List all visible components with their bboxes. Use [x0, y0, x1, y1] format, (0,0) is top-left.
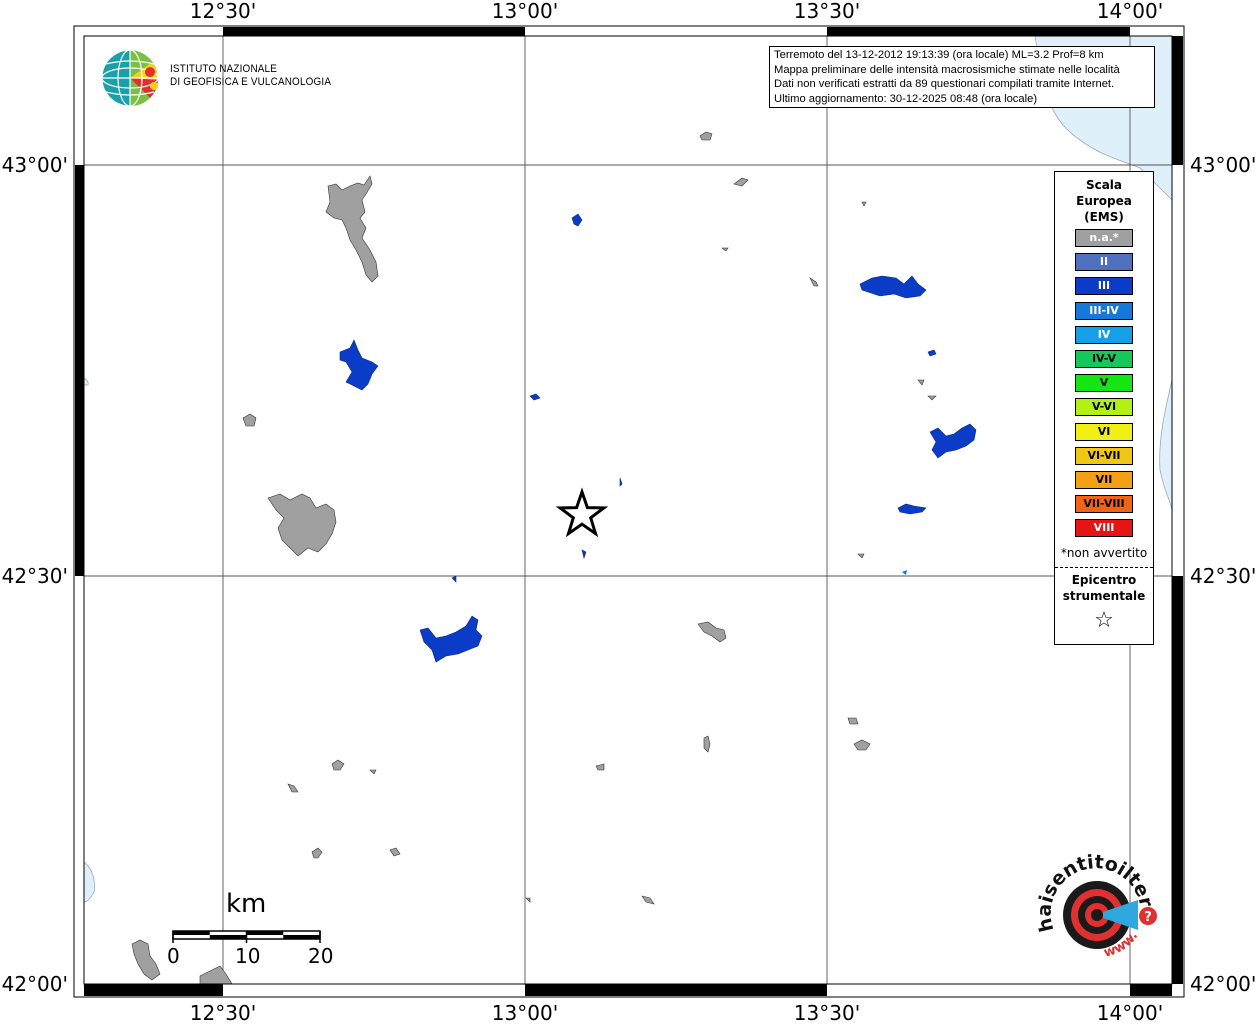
top-label-2: 13°00': [492, 0, 558, 23]
hse-logo-text: haisentitoilterremoto.it: [0, 0, 1157, 934]
epicenter-star: [555, 487, 609, 538]
legend-swatch: III-IV: [1075, 301, 1133, 320]
legend-swatch: II: [1075, 253, 1133, 272]
legend-title: Scala Europea (EMS): [1055, 177, 1153, 225]
bottom-label-1: 12°30': [190, 1001, 256, 1024]
ingv-logo: [101, 49, 159, 107]
scale-bar: [172, 930, 321, 943]
institute-line2: DI GEOFISICA E VULCANOLOGIA: [170, 76, 332, 88]
left-label-3: 42°00': [2, 972, 68, 996]
localities-intensity-III: [339, 213, 977, 663]
legend-swatch: IV: [1075, 325, 1133, 344]
localities-intensity-III-IV: [902, 570, 907, 575]
legend-swatch: VII-VIII: [1075, 495, 1133, 514]
epicenter-line2: strumentale: [1062, 589, 1146, 603]
localities-not-felt: [131, 131, 937, 985]
legend-title-line2: Europea: [1076, 194, 1132, 208]
legend-swatch: n.a.*: [1075, 229, 1133, 247]
epicenter-legend-label: Epicentro strumentale: [1055, 572, 1153, 604]
info-line1: Terremoto del 13-12-2012 19:13:39 (ora l…: [774, 49, 1104, 61]
bottom-label-2: 13°00': [492, 1001, 558, 1024]
top-label-4: 14°00': [1097, 0, 1163, 23]
ems-legend: Scala Europea (EMS) n.a.* II III III-IV IV IV…: [1054, 171, 1154, 645]
left-label-1: 43°00': [2, 153, 68, 177]
institute-line1: ISTITUTO NAZIONALE: [170, 63, 278, 75]
svg-text:?: ?: [1144, 910, 1152, 925]
legend-swatch: VI-VII: [1075, 446, 1133, 465]
top-label-1: 12°30': [190, 0, 256, 23]
sea-areas: [83, 35, 1173, 903]
bottom-label-3: 13°30': [794, 1001, 860, 1024]
scale-tick-10: 10: [235, 944, 261, 968]
legend-swatch: VI: [1075, 422, 1133, 441]
scale-unit: km: [226, 889, 267, 919]
earthquake-info-box: Terremoto del 13-12-2012 19:13:39 (ora l…: [769, 46, 1155, 108]
legend-swatches: n.a.* II III III-IV IV IV-V V V-VI VI VI-VII VII VI…: [1075, 229, 1133, 543]
info-line2: Mappa preliminare delle intensità macros…: [774, 63, 1120, 76]
legend-note: *non avvertito: [1060, 546, 1148, 560]
legend-swatch: VII: [1075, 470, 1133, 489]
right-label-2: 42°30': [1190, 564, 1256, 588]
right-label-3: 42°00': [1190, 972, 1256, 996]
legend-divider: [1055, 567, 1153, 568]
info-line3: Dati non verificati estratti da 89 quest…: [774, 78, 1115, 91]
bottom-label-4: 14°00': [1097, 1001, 1163, 1024]
legend-swatch: VIII: [1075, 519, 1133, 538]
graticule: [84, 36, 1172, 984]
legend-title-line3: (EMS): [1084, 210, 1124, 224]
legend-swatch: V-VI: [1075, 398, 1133, 417]
legend-swatch: V: [1075, 374, 1133, 393]
hse-logo: ? haisentitoilterremoto.it www.: [0, 0, 1157, 961]
right-label-1: 43°00': [1190, 153, 1256, 177]
legend-title-line1: Scala: [1085, 178, 1123, 192]
epicenter-legend-star-icon: ☆: [1094, 608, 1114, 633]
institute-name: ISTITUTO NAZIONALE DI GEOFISICA E VULCAN…: [170, 63, 331, 89]
legend-swatch: III: [1075, 277, 1133, 296]
top-label-3: 13°30': [794, 0, 860, 23]
scale-tick-20: 20: [308, 944, 334, 968]
scale-tick-0: 0: [167, 944, 180, 968]
epicenter-line1: Epicentro: [1071, 573, 1137, 587]
left-label-2: 42°30': [2, 564, 68, 588]
info-line4: Ultimo aggiornamento: 30-12-2025 08:48 (…: [774, 92, 1038, 105]
legend-swatch: IV-V: [1075, 349, 1133, 368]
map-frame: [73, 25, 1185, 998]
